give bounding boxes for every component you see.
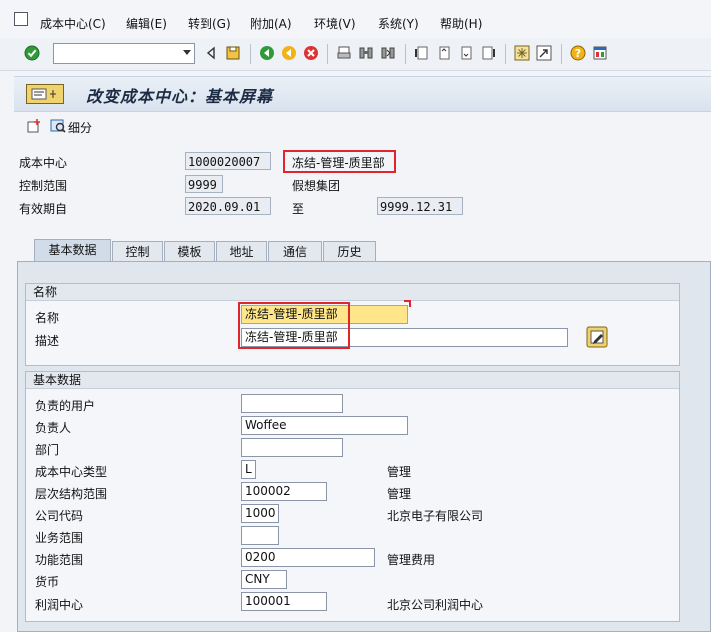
hierarchy-area-input[interactable]: 100002	[241, 482, 327, 501]
tab-address[interactable]: 地址	[216, 241, 267, 261]
back-icon[interactable]	[259, 45, 275, 61]
enter-check-icon[interactable]	[24, 45, 40, 61]
functional-area-input[interactable]: 0200	[241, 548, 375, 567]
save-icon[interactable]	[225, 45, 241, 61]
menu-help[interactable]: 帮助(H)	[440, 15, 482, 32]
last-page-icon[interactable]	[480, 45, 496, 61]
profit-center-input[interactable]: 100001	[241, 592, 327, 611]
profit-center-label: 利润中心	[35, 598, 84, 612]
svg-text:?: ?	[575, 47, 581, 60]
person-responsible-input[interactable]: Woffee	[241, 416, 408, 435]
tab-templates[interactable]: 模板	[164, 241, 215, 261]
page-title: 改变成本中心：基本屏幕	[86, 87, 274, 106]
next-page-icon[interactable]	[458, 45, 474, 61]
cost-center-label: 成本中心	[19, 156, 68, 170]
cancel-icon[interactable]	[303, 45, 319, 61]
find-icon[interactable]	[358, 45, 374, 61]
collapse-arrow-icon[interactable]	[203, 45, 219, 61]
controlling-area-field: 9999	[185, 175, 223, 193]
names-group-title: 名称	[26, 284, 679, 301]
currency-input[interactable]: CNY	[241, 570, 287, 589]
functional-area-description: 管理费用	[387, 553, 436, 567]
screen-title-bar: 改变成本中心：基本屏幕	[14, 76, 711, 112]
tab-communication[interactable]: 通信	[268, 241, 322, 261]
edit-text-icon[interactable]	[586, 326, 608, 348]
menu-extras[interactable]: 附加(A)	[250, 15, 292, 32]
system-menu-icon[interactable]	[14, 12, 28, 26]
controlling-area-label: 控制范围	[19, 179, 68, 193]
first-page-icon[interactable]	[414, 45, 430, 61]
cost-center-category-input[interactable]: L	[241, 460, 256, 479]
exit-icon[interactable]	[281, 45, 297, 61]
print-icon[interactable]	[336, 45, 352, 61]
valid-to-label: 至	[292, 202, 305, 216]
company-code-description: 北京电子有限公司	[387, 509, 484, 523]
cost-center-category-description: 管理	[387, 465, 412, 479]
standard-toolbar: ?	[0, 38, 711, 71]
valid-from-field: 2020.09.01	[185, 197, 271, 215]
valid-to-field: 9999.12.31	[377, 197, 463, 215]
company-code-input[interactable]: 1000	[241, 504, 279, 523]
menu-button-icon[interactable]	[26, 84, 64, 104]
chevron-down-icon[interactable]	[183, 50, 191, 55]
create-icon[interactable]	[26, 118, 42, 134]
detail-icon	[50, 119, 66, 133]
menu-system[interactable]: 系统(Y)	[378, 15, 419, 32]
tab-control[interactable]: 控制	[112, 241, 163, 261]
find-next-icon[interactable]	[380, 45, 396, 61]
toolbar-divider	[250, 44, 251, 64]
highlight-box	[283, 150, 396, 173]
menu-edit[interactable]: 编辑(E)	[126, 15, 167, 32]
functional-area-label: 功能范围	[35, 553, 84, 567]
detail-button-label: 细分	[68, 121, 93, 135]
application-toolbar: 细分	[14, 112, 711, 142]
menu-goto[interactable]: 转到(G)	[188, 15, 231, 32]
business-area-input[interactable]	[241, 526, 279, 545]
toolbar-divider	[327, 44, 328, 64]
toolbar-divider	[405, 44, 406, 64]
responsible-user-label: 负责的用户	[35, 399, 96, 413]
layout-settings-icon[interactable]	[592, 45, 608, 61]
tab-basic-data[interactable]: 基本数据	[34, 239, 111, 262]
help-icon[interactable]: ?	[570, 45, 586, 61]
department-label: 部门	[35, 443, 60, 457]
description-label: 描述	[35, 334, 60, 348]
menu-environment[interactable]: 环境(V)	[314, 15, 356, 32]
cost-center-field: 1000020007	[185, 152, 271, 170]
toolbar-divider	[505, 44, 506, 64]
controlling-area-description: 假想集团	[292, 179, 341, 193]
company-code-label: 公司代码	[35, 509, 84, 523]
name-label: 名称	[35, 311, 60, 325]
toolbar-divider	[561, 44, 562, 64]
tab-history[interactable]: 历史	[323, 241, 376, 261]
names-group: 名称	[25, 283, 680, 366]
hierarchy-area-description: 管理	[387, 487, 412, 501]
department-input[interactable]	[241, 438, 343, 457]
responsible-user-input[interactable]	[241, 394, 343, 413]
previous-page-icon[interactable]	[436, 45, 452, 61]
cost-center-category-label: 成本中心类型	[35, 465, 108, 479]
currency-label: 货币	[35, 575, 60, 589]
business-area-label: 业务范围	[35, 531, 84, 545]
basic-data-group-title: 基本数据	[26, 372, 679, 389]
valid-from-label: 有效期自	[19, 202, 68, 216]
command-field[interactable]	[53, 43, 195, 64]
menu-cost-center[interactable]: 成本中心(C)	[40, 15, 106, 32]
shortcut-icon[interactable]	[536, 45, 552, 61]
highlight-box	[238, 302, 350, 349]
new-session-icon[interactable]	[514, 45, 530, 61]
basic-data-group: 基本数据	[25, 371, 680, 622]
person-responsible-label: 负责人	[35, 421, 72, 435]
profit-center-description: 北京公司利润中心	[387, 598, 484, 612]
hierarchy-area-label: 层次结构范围	[35, 487, 108, 501]
required-field-marker	[404, 300, 411, 307]
